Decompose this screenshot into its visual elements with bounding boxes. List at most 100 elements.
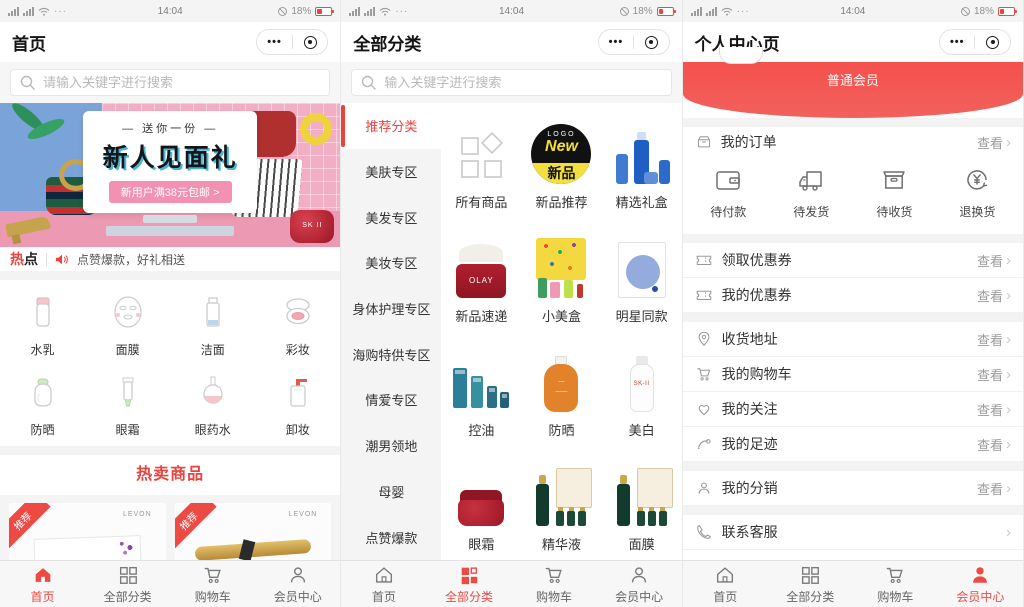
cart-icon bbox=[884, 564, 906, 586]
speaker-icon bbox=[55, 253, 69, 266]
nav-home[interactable]: 首页 bbox=[683, 561, 768, 607]
grid-item[interactable]: 精华液 bbox=[521, 447, 601, 560]
grid-item[interactable]: 精选礼盒 bbox=[602, 105, 682, 219]
sidebar-item[interactable]: 美肤专区 bbox=[341, 149, 441, 195]
nav-member[interactable]: 会员中心 bbox=[597, 561, 682, 607]
user-icon bbox=[969, 564, 991, 586]
close-capsule-button[interactable] bbox=[634, 30, 669, 54]
grid-item[interactable]: 小美盒 bbox=[521, 219, 601, 333]
sidebar-item[interactable]: 母婴 bbox=[341, 469, 441, 515]
nav-member[interactable]: 会员中心 bbox=[255, 561, 340, 607]
category-item[interactable]: 防晒 bbox=[0, 370, 85, 438]
category-item[interactable]: 卸妆 bbox=[255, 370, 340, 438]
target-icon bbox=[645, 36, 658, 49]
menu-my-cart[interactable]: 我的购物车 查看› bbox=[683, 357, 1023, 392]
sidebar-item[interactable]: 身体护理专区 bbox=[341, 286, 441, 332]
view-link[interactable]: 查看› bbox=[977, 365, 1011, 384]
do-not-disturb-icon bbox=[961, 7, 970, 16]
sidebar-item[interactable]: 海购特供专区 bbox=[341, 331, 441, 377]
green-essence-set-image bbox=[611, 464, 673, 526]
grid-item[interactable]: OLAY 新品速递 bbox=[441, 219, 521, 333]
sidebar-item[interactable]: 美妆专区 bbox=[341, 240, 441, 286]
category-item[interactable]: 面膜 bbox=[85, 290, 170, 358]
order-status-returns[interactable]: 退换货 bbox=[936, 165, 1019, 220]
grid-item[interactable]: SK-II 美白 bbox=[602, 333, 682, 447]
nav-cart[interactable]: 购物车 bbox=[511, 561, 596, 607]
order-status-pending-ship[interactable]: 待发货 bbox=[770, 165, 853, 220]
close-capsule-button[interactable] bbox=[293, 30, 328, 54]
menu-my-follows[interactable]: 我的关注 查看› bbox=[683, 392, 1023, 427]
category-shortcut-grid: 水乳 面膜 洁面 彩妆 防晒 眼霜 眼药水 卸妆 bbox=[0, 280, 340, 446]
more-button[interactable]: ••• bbox=[257, 30, 292, 54]
signal-icon bbox=[8, 7, 19, 16]
view-link[interactable]: 查看› bbox=[977, 286, 1011, 305]
nav-home[interactable]: 首页 bbox=[0, 561, 85, 607]
avatar[interactable] bbox=[719, 47, 763, 64]
category-item[interactable]: 彩妆 bbox=[255, 290, 340, 358]
banner-tagline: — 送你一份 — bbox=[83, 120, 257, 136]
page-title: 首页 bbox=[12, 30, 46, 55]
orders-view-link[interactable]: 查看› bbox=[977, 133, 1011, 152]
cleanser-icon bbox=[191, 290, 235, 334]
menu-address[interactable]: 收货地址 查看› bbox=[683, 322, 1023, 357]
banner-cta-button[interactable]: 新用户满38元包邮 > bbox=[109, 181, 232, 203]
category-item[interactable]: 洁面 bbox=[170, 290, 255, 358]
nav-categories[interactable]: 全部分类 bbox=[426, 561, 511, 607]
grid-item[interactable]: ——— 防晒 bbox=[521, 333, 601, 447]
grid-item[interactable]: 明星同款 bbox=[602, 219, 682, 333]
nav-categories[interactable]: 全部分类 bbox=[85, 561, 170, 607]
grid-item[interactable]: 所有商品 bbox=[441, 105, 521, 219]
search-box[interactable] bbox=[10, 69, 330, 96]
grid-item[interactable]: 控油 bbox=[441, 333, 521, 447]
search-input[interactable] bbox=[43, 75, 321, 90]
hot-label: 热点 bbox=[10, 249, 38, 269]
nav-cart[interactable]: 购物车 bbox=[853, 561, 938, 607]
sidebar-item[interactable]: 情爱专区 bbox=[341, 377, 441, 423]
grid-item[interactable]: LOGONew新品 新品推荐 bbox=[521, 105, 601, 219]
keyboard-decor bbox=[106, 226, 234, 236]
view-link[interactable]: › bbox=[1003, 525, 1011, 540]
status-time: 14:04 bbox=[158, 6, 183, 17]
menu-my-distribution[interactable]: 我的分销 查看› bbox=[683, 471, 1023, 506]
grid-item[interactable]: 眼霜 bbox=[441, 447, 521, 560]
nav-member[interactable]: 会员中心 bbox=[938, 561, 1023, 607]
product-image bbox=[195, 539, 312, 561]
search-box[interactable] bbox=[351, 69, 671, 96]
sidebar-item[interactable]: 美发专区 bbox=[341, 194, 441, 240]
miniprogram-capsule: ••• bbox=[256, 29, 328, 55]
view-link[interactable]: 查看› bbox=[977, 400, 1011, 419]
more-button[interactable]: ••• bbox=[599, 30, 634, 54]
close-capsule-button[interactable] bbox=[975, 30, 1010, 54]
grid-item[interactable]: 面膜 bbox=[602, 447, 682, 560]
package-icon bbox=[879, 165, 909, 195]
menu-my-coupons[interactable]: 我的优惠券 查看› bbox=[683, 278, 1023, 313]
menu-contact-service[interactable]: 联系客服 › bbox=[683, 515, 1023, 550]
menu-my-footprints[interactable]: 我的足迹 查看› bbox=[683, 427, 1023, 462]
view-link[interactable]: 查看› bbox=[977, 330, 1011, 349]
category-item[interactable]: 眼药水 bbox=[170, 370, 255, 438]
view-link[interactable]: 查看› bbox=[977, 435, 1011, 454]
view-link[interactable]: 查看› bbox=[977, 479, 1011, 498]
sidebar-item[interactable]: 潮男领地 bbox=[341, 423, 441, 469]
order-status-pending-pay[interactable]: 待付款 bbox=[687, 165, 770, 220]
view-link[interactable]: 查看› bbox=[977, 251, 1011, 270]
promo-banner[interactable]: SK II — 送你一份 — 新人见面礼 新用户满38元包邮 > bbox=[0, 103, 340, 247]
menu-get-coupons[interactable]: 领取优惠券 查看› bbox=[683, 243, 1023, 278]
orders-section-header[interactable]: 我的订单 查看› bbox=[683, 127, 1023, 157]
category-item[interactable]: 水乳 bbox=[0, 290, 85, 358]
nav-categories[interactable]: 全部分类 bbox=[768, 561, 853, 607]
nav-cart[interactable]: 购物车 bbox=[170, 561, 255, 607]
whitening-bottle-image: SK-II bbox=[630, 356, 654, 412]
order-status-pending-receive[interactable]: 待收货 bbox=[853, 165, 936, 220]
battery-percent: 18% bbox=[974, 6, 994, 17]
sidebar-item[interactable]: 推荐分类 bbox=[341, 103, 441, 149]
beauty-box-image bbox=[530, 238, 592, 298]
more-button[interactable]: ••• bbox=[940, 30, 975, 54]
cart-icon bbox=[695, 365, 713, 383]
category-item[interactable]: 眼霜 bbox=[85, 370, 170, 438]
hot-news-bar[interactable]: 热点 点赞爆款，好礼相送 bbox=[0, 247, 340, 271]
nav-home[interactable]: 首页 bbox=[341, 561, 426, 607]
search-input[interactable] bbox=[384, 75, 662, 90]
blue-gift-set-image bbox=[612, 122, 672, 184]
sidebar-item[interactable]: 点赞爆款 bbox=[341, 514, 441, 560]
